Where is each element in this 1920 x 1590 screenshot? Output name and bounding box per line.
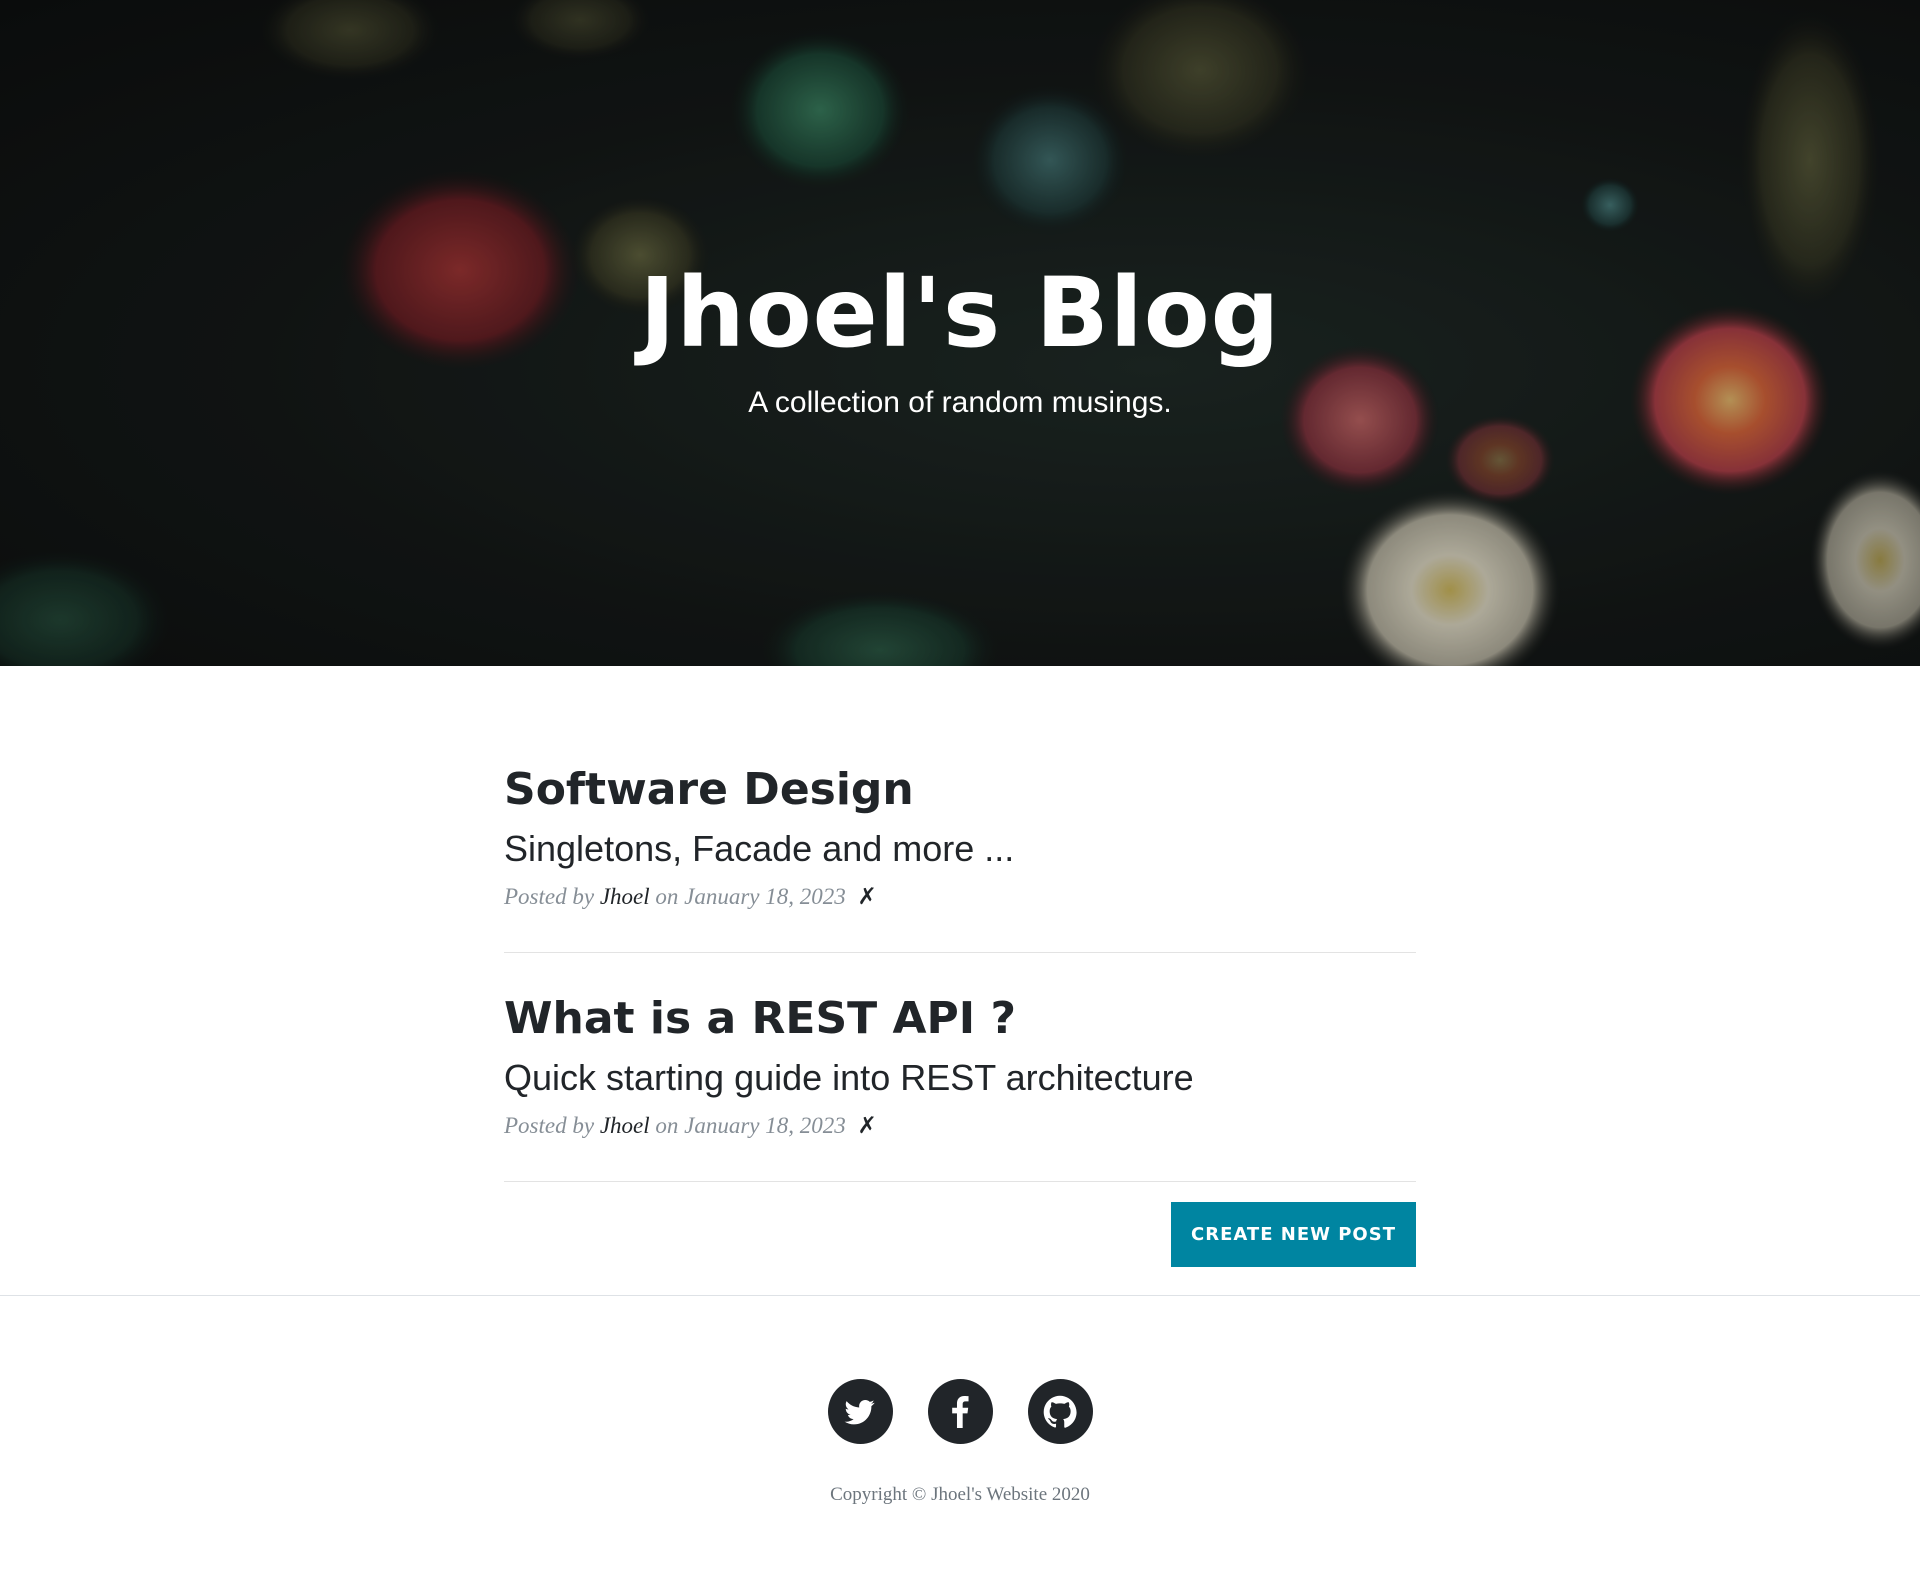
post-meta: Posted by Jhoel on January 18, 2023 ✗ [504,1111,1416,1141]
github-link[interactable] [1027,1379,1093,1444]
copyright-text: Copyright © Jhoel's Website 2020 [830,1484,1090,1505]
post-author-link[interactable]: Jhoel [600,1113,650,1138]
post-title-link[interactable]: Software Design [504,762,1416,818]
post-title-link[interactable]: What is a REST API ? [504,991,1416,1047]
create-new-post-button[interactable]: Create New Post [1171,1202,1416,1267]
twitter-link[interactable] [827,1379,893,1444]
post-meta: Posted by Jhoel on January 18, 2023 ✗ [504,882,1416,912]
post-preview: What is a REST API ? Quick starting guid… [504,953,1416,1182]
post-actions: Create New Post [504,1182,1416,1268]
site-subtitle: A collection of random musings. [748,386,1172,419]
post-subtitle: Quick starting guide into REST architect… [504,1057,1194,1098]
masthead: Jhoel's Blog A collection of random musi… [0,0,1920,666]
post-author-link[interactable]: Jhoel [600,884,650,909]
post-meta-prefix: Posted by [504,1113,595,1138]
footer: Copyright © Jhoel's Website 2020 [0,1295,1920,1506]
post-date: on January 18, 2023 [655,1113,846,1138]
facebook-icon [952,1395,969,1428]
post-meta-prefix: Posted by [504,884,595,909]
facebook-link[interactable] [927,1379,993,1444]
site-heading: Jhoel's Blog A collection of random musi… [0,255,1920,423]
post-subtitle: Singletons, Facade and more ... [504,828,1015,869]
post-preview: Software Design Singletons, Facade and m… [504,666,1416,953]
social-links [0,1379,1920,1444]
github-icon [1043,1395,1077,1428]
twitter-icon [844,1399,875,1424]
delete-post-button[interactable]: ✗ [858,884,877,909]
delete-post-button[interactable]: ✗ [858,1113,877,1138]
post-list: Software Design Singletons, Facade and m… [504,666,1416,1268]
post-date: on January 18, 2023 [655,884,846,909]
site-title: Jhoel's Blog [639,257,1281,369]
